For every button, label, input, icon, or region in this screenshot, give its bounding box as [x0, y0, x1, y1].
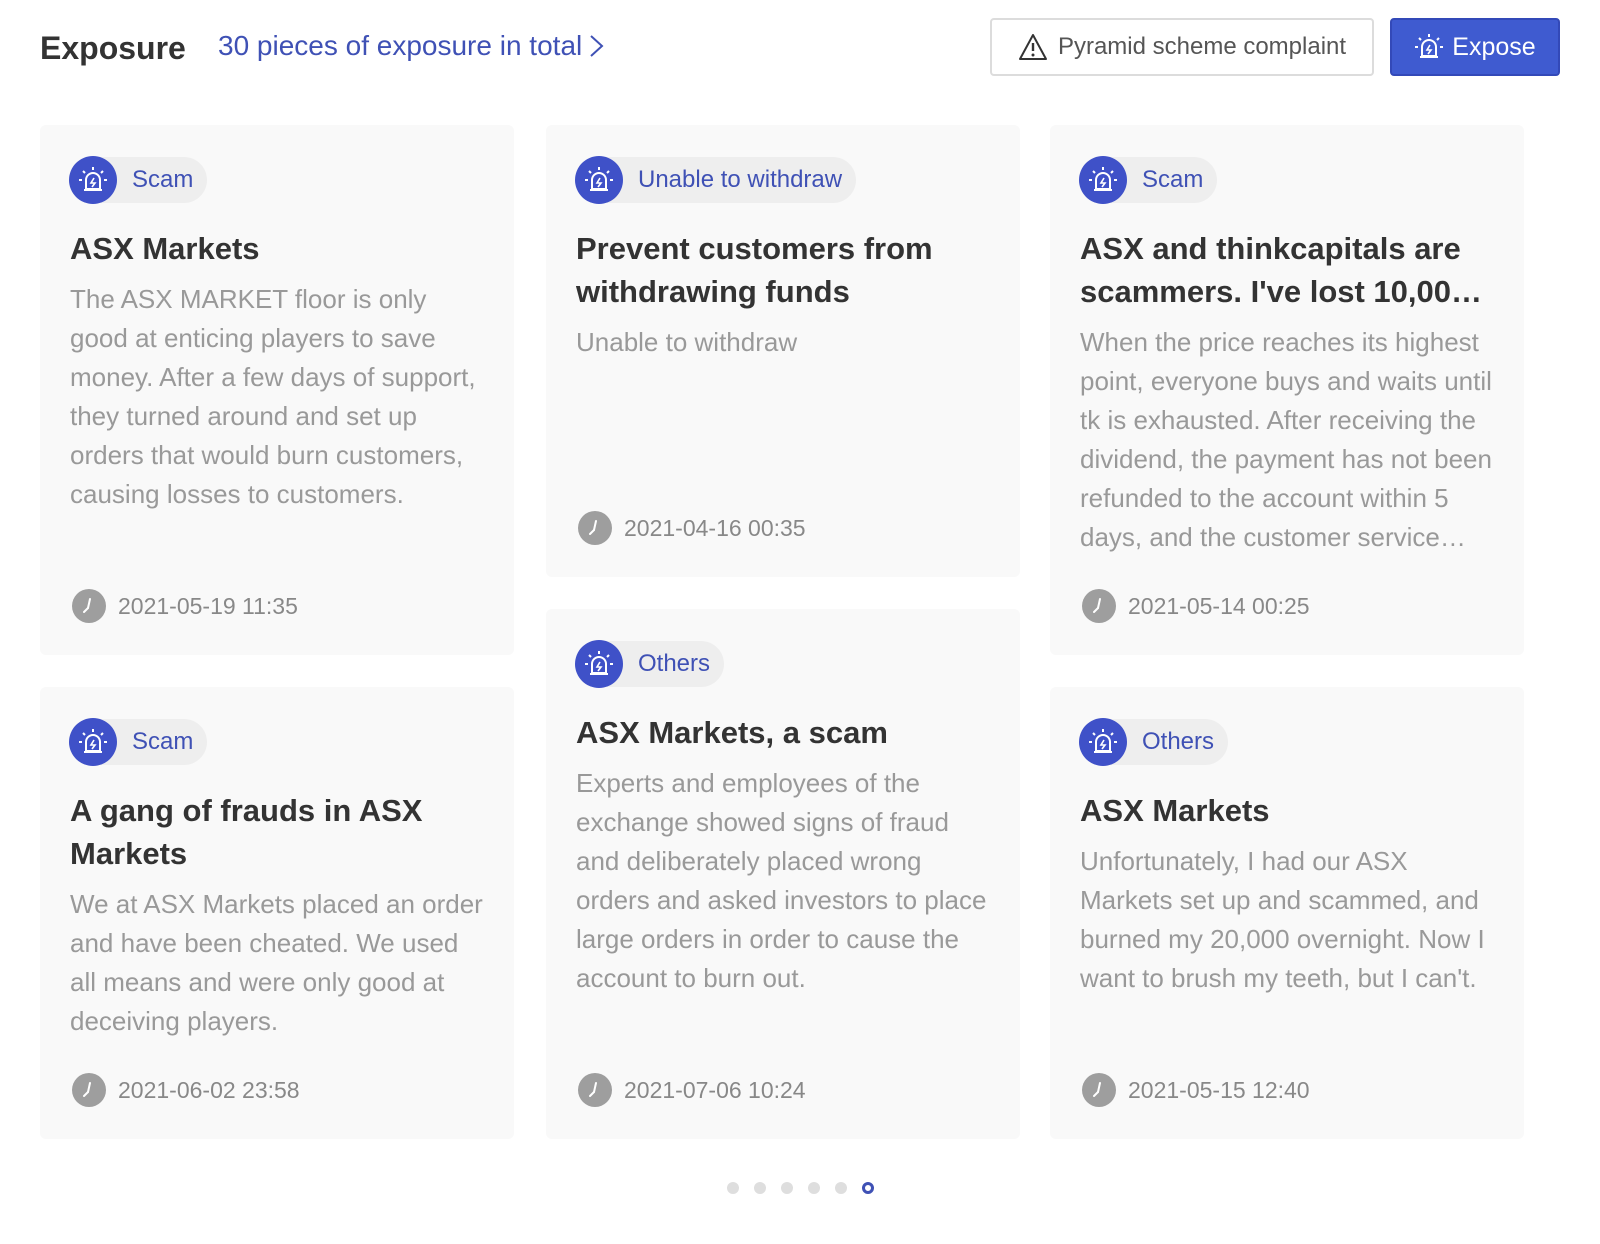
card-title: Prevent customers from withdrawing funds: [576, 231, 933, 309]
timestamp-text: 2021-07-06 10:24: [624, 1076, 806, 1103]
category-tag: Others: [575, 640, 725, 688]
card-description: Experts and employees of the exchange sh…: [576, 768, 987, 993]
clock-icon: [578, 1073, 612, 1107]
pagination-dots: [0, 1182, 1600, 1194]
exposure-card[interactable]: Scam ASX and thinkcapitals are scammers. …: [1050, 125, 1524, 655]
clock-icon: [72, 589, 106, 623]
pagination-dot[interactable]: [780, 1182, 793, 1194]
pyramid-complaint-button[interactable]: Pyramid scheme complaint: [990, 18, 1374, 76]
clock-hand: [83, 598, 91, 613]
category-label: Unable to withdraw: [638, 166, 843, 193]
alarm-light-icon: [79, 729, 107, 753]
total-exposure-link[interactable]: 30 pieces of exposure in total: [218, 30, 606, 62]
card-description: When the price reaches its highest point…: [1080, 327, 1492, 552]
pagination-dot[interactable]: [726, 1182, 739, 1194]
timestamp-text: 2021-06-02 23:58: [118, 1076, 300, 1103]
clock-icon: [72, 1073, 106, 1107]
alarm-light-icon: [1089, 729, 1117, 753]
clock-icon: [578, 511, 612, 545]
clock-hand: [1093, 1082, 1101, 1097]
clock-hand: [1093, 598, 1101, 613]
card-title: ASX Markets, a scam: [576, 715, 888, 750]
card-timestamp: 2021-05-14 00:25: [1082, 589, 1310, 623]
alarm-icon-badge: [1079, 156, 1127, 204]
pagination-dot[interactable]: [834, 1182, 847, 1194]
category-label: Others: [638, 650, 711, 677]
card-timestamp: 2021-05-19 11:35: [72, 589, 298, 623]
clock-hand: [589, 1082, 597, 1097]
category-tag: Unable to withdraw: [575, 156, 857, 204]
pagination-dot[interactable]: [753, 1182, 766, 1194]
page-title: Exposure: [40, 30, 186, 66]
category-label: Scam: [132, 166, 194, 193]
total-exposure-label: 30 pieces of exposure in total: [218, 30, 583, 61]
card-description: Unable to withdraw: [576, 327, 798, 357]
warning-icon: [1018, 34, 1047, 60]
card-title: A gang of frauds in ASX Markets: [70, 793, 423, 871]
card-timestamp: 2021-05-15 12:40: [1082, 1073, 1310, 1107]
pagination-dot[interactable]: [807, 1182, 820, 1194]
alarm-icon-badge: [1079, 718, 1127, 766]
alarm-light-icon: [585, 651, 613, 675]
category-tag: Scam: [1079, 156, 1218, 204]
alarm-light-icon: [1089, 167, 1117, 191]
timestamp-text: 2021-04-16 00:35: [624, 514, 806, 541]
card-title: ASX and thinkcapitals are scammers. I've…: [1080, 231, 1469, 309]
card-timestamp: 2021-06-02 23:58: [72, 1073, 300, 1107]
chevron-right-icon: [590, 35, 604, 57]
card-description: We at ASX Markets placed an order and ha…: [70, 889, 483, 1036]
alarm-light-icon: [1415, 34, 1444, 58]
pyramid-complaint-label: Pyramid scheme complaint: [1057, 33, 1347, 60]
category-tag: Scam: [69, 156, 208, 204]
exposure-card[interactable]: Scam A gang of frauds in ASX Markets We at…: [40, 687, 514, 1139]
clock-hand: [589, 520, 597, 535]
clock-hand: [83, 1082, 91, 1097]
exposure-card[interactable]: Unable to withdraw Prevent customers from…: [546, 125, 1020, 577]
category-label: Scam: [1142, 166, 1204, 193]
category-tag: Others: [1079, 718, 1229, 766]
timestamp-text: 2021-05-19 11:35: [118, 592, 298, 619]
card-description: The ASX MARKET floor is only good at ent…: [70, 284, 476, 509]
alarm-icon-badge: [69, 156, 117, 204]
card-title: ASX Markets: [1080, 793, 1270, 828]
alarm-light-icon: [79, 167, 107, 191]
clock-icon: [1082, 1073, 1116, 1107]
exposure-card[interactable]: Others ASX Markets Unfortunately, I had ou…: [1050, 687, 1524, 1139]
card-timestamp: 2021-04-16 00:35: [578, 511, 806, 545]
card-title: ASX Markets: [70, 231, 260, 266]
alarm-light-icon: [585, 167, 613, 191]
expose-label: Expose: [1452, 32, 1536, 61]
exposure-card[interactable]: Scam ASX Markets The ASX MARKET floor is o…: [40, 125, 514, 655]
card-description: Unfortunately, I had our ASX Markets set…: [1080, 846, 1485, 993]
expose-button[interactable]: Expose: [1390, 18, 1560, 76]
category-label: Scam: [132, 728, 194, 755]
clock-icon: [1082, 589, 1116, 623]
card-timestamp: 2021-07-06 10:24: [578, 1073, 806, 1107]
timestamp-text: 2021-05-15 12:40: [1128, 1076, 1310, 1103]
alarm-icon-badge: [575, 640, 623, 688]
timestamp-text: 2021-05-14 00:25: [1128, 592, 1310, 619]
category-label: Others: [1142, 728, 1215, 755]
category-tag: Scam: [69, 718, 208, 766]
alarm-icon-badge: [69, 718, 117, 766]
header: Exposure 30 pieces of exposure in total …: [40, 18, 1560, 78]
alarm-icon-badge: [575, 156, 623, 204]
pagination-dot[interactable]: [861, 1182, 874, 1194]
exposure-card[interactable]: Others ASX Markets, a scam Experts and emp…: [546, 609, 1020, 1139]
